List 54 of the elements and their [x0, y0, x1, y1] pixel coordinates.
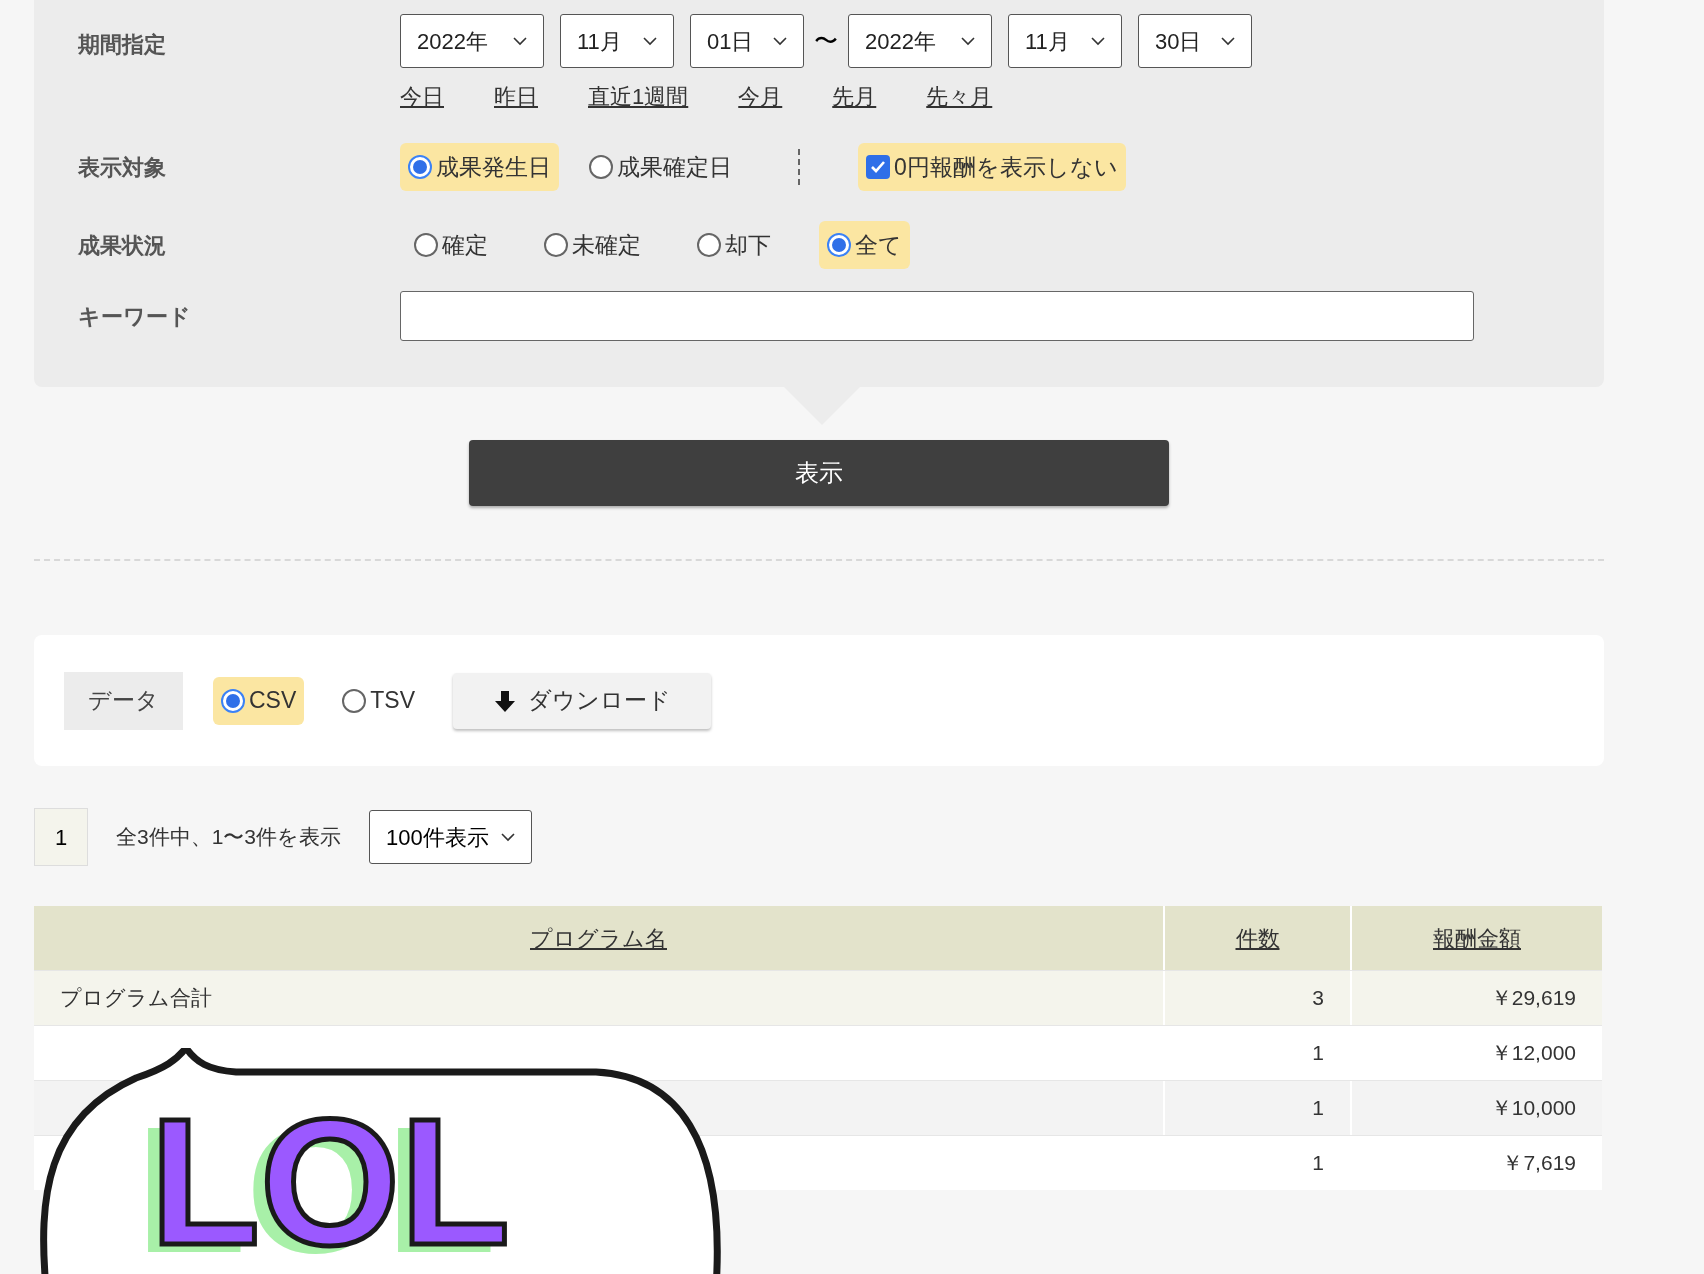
- dropdown[interactable]: 11月: [1008, 14, 1122, 68]
- chevron-down-icon: [500, 832, 515, 842]
- dropdown[interactable]: 01日: [690, 14, 804, 68]
- chevron-down-icon: [643, 36, 657, 46]
- count-cell-text: 1: [1312, 1040, 1324, 1067]
- count-cell-text: 3: [1312, 985, 1324, 1012]
- radio-option[interactable]: 成果発生日: [400, 143, 559, 191]
- dropdown[interactable]: 2022年: [400, 14, 544, 68]
- column-header[interactable]: 報酬金額: [1433, 921, 1521, 955]
- radio-option[interactable]: 全て: [819, 221, 910, 269]
- count-cell-text: 1: [1312, 1150, 1324, 1177]
- dropdown[interactable]: 2022年: [848, 14, 992, 68]
- radio-option[interactable]: TSV: [334, 676, 424, 725]
- date-shortcut-link[interactable]: 直近1週間: [588, 80, 689, 113]
- chevron-down-icon: [773, 36, 787, 46]
- chevron-down-icon: [1091, 36, 1105, 46]
- download-arrow-icon: [493, 688, 516, 713]
- field-label: 期間指定: [78, 31, 167, 59]
- date-shortcut-link[interactable]: 先々月: [926, 80, 993, 113]
- column-header[interactable]: 件数: [1235, 921, 1280, 955]
- field-label: キーワード: [78, 302, 192, 331]
- checkbox-option[interactable]: 0円報酬を表示しない: [858, 143, 1126, 191]
- date-shortcut-link[interactable]: 今日: [400, 80, 444, 113]
- page-number[interactable]: 1: [34, 808, 88, 866]
- range-separator: 〜: [814, 26, 838, 56]
- sticker-lettering: LOL: [150, 1092, 510, 1272]
- dropdown[interactable]: 30日: [1138, 14, 1252, 68]
- dropdown[interactable]: 11月: [560, 14, 674, 68]
- radio-option[interactable]: 成果確定日: [581, 143, 740, 191]
- radio-option[interactable]: 確定: [406, 221, 496, 269]
- radio-option[interactable]: 未確定: [536, 221, 649, 269]
- chevron-down-icon: [513, 36, 527, 46]
- data-label: データ: [64, 671, 183, 730]
- chevron-down-icon: [961, 36, 975, 46]
- download-button[interactable]: ダウンロード: [453, 672, 712, 729]
- field-label: 表示対象: [78, 153, 167, 182]
- per-page-dropdown[interactable]: 100件表示: [369, 810, 532, 864]
- radio-option[interactable]: CSV: [213, 676, 305, 725]
- date-shortcut-link[interactable]: 先月: [832, 80, 877, 113]
- date-shortcut-link[interactable]: 今月: [738, 80, 783, 113]
- column-header[interactable]: プログラム名: [530, 921, 667, 955]
- amount-cell-text: ￥12,000: [1490, 1040, 1576, 1067]
- total-label: プログラム合計: [60, 985, 212, 1012]
- amount-cell-text: ￥29,619: [1490, 985, 1576, 1012]
- field-label: 成果状況: [78, 231, 167, 260]
- chevron-down-icon: [1221, 36, 1235, 46]
- result-summary: 全3件中、1〜3件を表示: [116, 824, 342, 851]
- date-shortcut-link[interactable]: 昨日: [494, 80, 538, 113]
- count-cell-text: 1: [1312, 1095, 1324, 1122]
- amount-cell-text: ￥7,619: [1502, 1150, 1576, 1177]
- keyword-input[interactable]: [400, 291, 1474, 341]
- radio-option[interactable]: 却下: [689, 221, 779, 269]
- amount-cell-text: ￥10,000: [1490, 1095, 1576, 1122]
- show-button[interactable]: 表示: [469, 440, 1169, 506]
